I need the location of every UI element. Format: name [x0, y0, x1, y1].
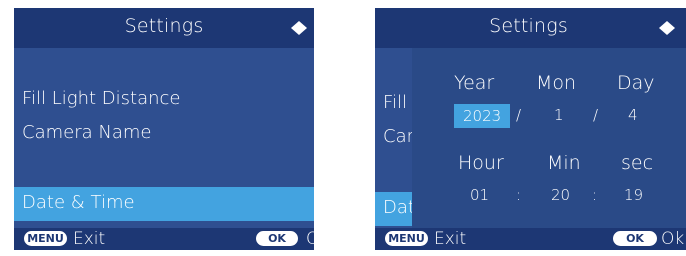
ok-key-icon[interactable]: OK — [256, 231, 298, 246]
time-separator: : — [592, 186, 598, 204]
ok-label: Ok — [661, 229, 685, 249]
menu-item-fill-light-distance[interactable]: Fill Light Distance — [22, 88, 181, 109]
title-bar: Settings — [375, 8, 686, 48]
menu-key-icon[interactable]: MENU — [24, 231, 67, 246]
settings-screen-right: Settings Fill Car Dat Year Mon Day 2023 … — [375, 8, 686, 250]
page-title: Settings — [489, 15, 568, 37]
year-label: Year — [454, 72, 495, 94]
menu-item-label: Dat — [383, 197, 415, 218]
bottom-bar: MENU Exit OK Ok — [14, 228, 314, 250]
time-separator: : — [516, 186, 522, 204]
second-field[interactable]: 19 — [624, 186, 643, 204]
settings-screen-left: Settings Fill Light Distance Camera Name… — [14, 8, 314, 250]
page-title: Settings — [124, 15, 204, 37]
title-bar: Settings — [14, 8, 314, 48]
date-separator: / — [516, 106, 522, 124]
day-label: Day — [617, 72, 655, 94]
menu-key-icon[interactable]: MENU — [385, 231, 428, 246]
exit-label: Exit — [73, 229, 106, 249]
menu-item-camera-name[interactable]: Camera Name — [22, 122, 151, 143]
menu-item-date-time[interactable]: Date & Time — [14, 187, 314, 221]
second-label: sec — [621, 152, 654, 174]
month-label: Mon — [536, 72, 577, 94]
exit-label: Exit — [434, 229, 467, 249]
up-down-triangle-icon[interactable] — [657, 20, 677, 36]
up-down-triangle-icon[interactable] — [289, 20, 309, 36]
month-field[interactable]: 1 — [554, 106, 564, 124]
year-field[interactable]: 2023 — [454, 104, 510, 128]
ok-key-icon[interactable]: OK — [613, 231, 657, 246]
date-separator: / — [593, 106, 599, 124]
ok-label: Ok — [306, 229, 314, 249]
menu-item-label: Date & Time — [22, 192, 135, 213]
menu-item-camera-partial[interactable]: Car — [383, 126, 414, 147]
hour-label: Hour — [458, 152, 504, 174]
date-time-dialog: Year Mon Day 2023 / 1 / 4 Hour Min sec 0… — [412, 48, 686, 228]
day-field[interactable]: 4 — [628, 106, 638, 124]
minute-label: Min — [547, 152, 581, 174]
bottom-bar: MENU Exit OK Ok — [375, 228, 686, 250]
menu-item-fill-partial[interactable]: Fill — [383, 92, 407, 113]
hour-field[interactable]: 01 — [470, 186, 489, 204]
menu-item-date-partial[interactable]: Dat — [375, 192, 415, 226]
minute-field[interactable]: 20 — [551, 186, 570, 204]
